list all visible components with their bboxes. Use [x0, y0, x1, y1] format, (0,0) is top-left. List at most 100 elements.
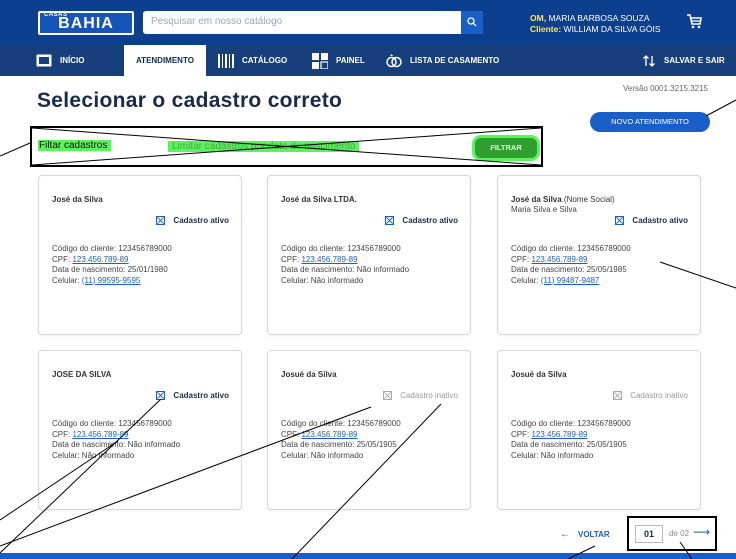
customer-card[interactable]: José da Silva LTDA. Cadastro ativo Códig… — [267, 175, 471, 335]
swap-arrows-icon — [643, 54, 655, 67]
customer-info: Código do cliente: 123456789000 CPF: 123… — [511, 419, 631, 461]
status-icon — [156, 391, 166, 400]
status-badge: Cadastro ativo — [156, 216, 229, 225]
customer-birthdate: Data de nascimento: 25/05/1985 — [511, 265, 627, 274]
search-bar[interactable]: Pesquisar em nosso catálogo — [143, 11, 483, 34]
customer-card[interactable]: JOSE DA SILVA Cadastro ativo Código do c… — [38, 350, 242, 510]
cpf-link[interactable]: 123.456.789-89 — [72, 430, 128, 439]
nav-label: INÍCIO — [60, 56, 85, 65]
status-icon — [613, 391, 623, 400]
page-total: de 02 — [669, 529, 690, 538]
customer-code: Código do cliente: 123456789000 — [511, 244, 631, 253]
cpf-link[interactable]: 123.456.789-89 — [531, 430, 587, 439]
casas-bahia-logo[interactable]: CASAS BAHIA — [38, 11, 134, 35]
search-button[interactable] — [461, 11, 483, 34]
cpf-link[interactable]: 123.456.789-89 — [301, 430, 357, 439]
nav-item-catalogo[interactable]: CATÁLOGO — [218, 45, 287, 76]
page-number-input[interactable]: 01 — [635, 525, 663, 543]
nav-label: PAINEL — [336, 56, 365, 65]
customer-cpf: CPF: 123.456.789-89 — [52, 254, 129, 264]
customer-card[interactable]: Josué da Silva Cadastro inativo Código d… — [497, 350, 701, 510]
social-name-tag: (Nome Social) — [561, 195, 615, 204]
customer-info: Código do cliente: 123456789000 CPF: 123… — [281, 419, 401, 461]
operator-name: MARIA BARBOSA SOUZA — [548, 13, 650, 23]
nav-item-atendimento[interactable]: ATENDIMENTO — [124, 45, 206, 76]
main-nav: INÍCIO ATENDIMENTO CATÁLOGO PAINEL LISTA… — [0, 45, 736, 76]
cpf-link[interactable]: 123.456.789-89 — [531, 255, 587, 264]
status-badge: Cadastro inativo — [383, 391, 458, 400]
customer-code: Código do cliente: 123456789000 — [511, 419, 631, 428]
customer-birthdate: Data de nascimento: 25/05/1905 — [281, 440, 397, 449]
arrow-right-icon[interactable]: ⟶ — [693, 525, 710, 539]
customer-phone: Celular: (11) 99595-9595 — [52, 275, 141, 285]
customer-name: José da Silva LTDA. — [281, 195, 357, 204]
customer-name: JOSE DA SILVA — [52, 370, 112, 379]
status-icon — [615, 216, 625, 225]
annotation-cross — [32, 128, 541, 165]
cpf-link[interactable]: 123.456.789-89 — [72, 255, 128, 264]
barcode-icon — [218, 53, 234, 68]
customer-info: Código do cliente: 123456789000 CPF: 123… — [281, 244, 409, 286]
user-info: OM, MARIA BARBOSA SOUZA Cliente: WILLIAM… — [530, 13, 661, 35]
page-title: Selecionar o cadastro correto — [37, 89, 343, 112]
status-icon — [156, 216, 166, 225]
customer-cpf: CPF: 123.456.789-89 — [511, 429, 588, 439]
status-badge: Cadastro ativo — [156, 391, 229, 400]
new-service-button[interactable]: NOVO ATENDIMENTO — [590, 112, 710, 132]
save-exit-button[interactable]: SALVAR E SAIR — [642, 45, 725, 76]
dashboard-icon — [312, 52, 328, 69]
nav-label: ATENDIMENTO — [136, 56, 194, 65]
cart-icon[interactable] — [685, 12, 703, 30]
customer-phone: Celular: Não informado — [281, 275, 364, 285]
search-icon — [467, 17, 477, 27]
nav-label: CATÁLOGO — [242, 56, 288, 65]
nav-label: LISTA DE CASAMENTO — [410, 56, 500, 65]
customer-name: Josué da Silva — [511, 370, 567, 379]
customer-cpf: CPF: 123.456.789-89 — [281, 254, 358, 264]
filter-bar: Filtar cadastros Limitar cadastros por d… — [30, 126, 543, 167]
operator-label: OM, — [530, 13, 547, 23]
nav-item-inicio[interactable]: INÍCIO — [36, 45, 84, 76]
nav-item-lista-casamento[interactable]: LISTA DE CASAMENTO — [386, 45, 499, 76]
rings-icon — [386, 53, 402, 67]
save-exit-label: SALVAR E SAIR — [664, 56, 725, 65]
customer-phone: Celular: Não informado — [511, 450, 594, 460]
phone-link[interactable]: (11) 99487-9487 — [541, 276, 600, 285]
customer-birthdate: Data de nascimento: 25/01/1980 — [52, 265, 168, 274]
customer-card[interactable]: Josué da Silva Cadastro inativo Código d… — [267, 350, 471, 510]
client-name: WILLIAM DA SILVA GÓIS — [563, 24, 661, 34]
status-icon — [383, 391, 393, 400]
customer-info: Código do cliente: 123456789000 CPF: 123… — [52, 419, 180, 461]
customer-birthdate: Data de nascimento: 25/05/1905 — [511, 440, 627, 449]
customer-code: Código do cliente: 123456789000 — [52, 419, 172, 428]
search-input[interactable]: Pesquisar em nosso catálogo — [151, 16, 282, 27]
customer-card[interactable]: José da Silva (Nome Social) Maria Silva … — [497, 175, 701, 335]
status-badge: Cadastro ativo — [615, 216, 688, 225]
status-badge: Cadastro inativo — [613, 391, 688, 400]
social-name: Maria Silva e Silva — [511, 205, 577, 214]
nav-item-painel[interactable]: PAINEL — [312, 45, 365, 76]
customer-card[interactable]: José da Silva Cadastro ativo Código do c… — [38, 175, 242, 335]
customer-cpf: CPF: 123.456.789-89 — [281, 429, 358, 439]
customer-info: Código do cliente: 123456789000 CPF: 123… — [511, 244, 631, 286]
phone-link[interactable]: (11) 99595-9595 — [82, 276, 141, 285]
version-text: Versão 0001.3215.3215 — [623, 84, 708, 93]
customer-code: Código do cliente: 123456789000 — [281, 244, 401, 253]
customer-phone: Celular: Não informado — [281, 450, 364, 460]
cpf-link[interactable]: 123.456.789-89 — [301, 255, 357, 264]
customer-code: Código do cliente: 123456789000 — [52, 244, 172, 253]
back-button[interactable]: ← VOLTAR — [560, 529, 610, 540]
customer-name: José da Silva (Nome Social) — [511, 195, 615, 204]
customer-name: José da Silva — [52, 195, 103, 204]
customer-cpf: CPF: 123.456.789-89 — [52, 429, 129, 439]
customer-name: Josué da Silva — [281, 370, 337, 379]
customer-phone: Celular: Não informado — [52, 450, 135, 460]
home-icon — [36, 54, 52, 67]
customer-info: Código do cliente: 123456789000 CPF: 123… — [52, 244, 172, 286]
customer-code: Código do cliente: 123456789000 — [281, 419, 401, 428]
back-label: VOLTAR — [578, 530, 610, 539]
customer-birthdate: Data de nascimento: Não informado — [281, 265, 410, 274]
customer-cpf: CPF: 123.456.789-89 — [511, 254, 588, 264]
customer-phone: Celular: (11) 99487-9487 — [511, 275, 600, 285]
logo-main-text: BAHIA — [58, 15, 114, 32]
